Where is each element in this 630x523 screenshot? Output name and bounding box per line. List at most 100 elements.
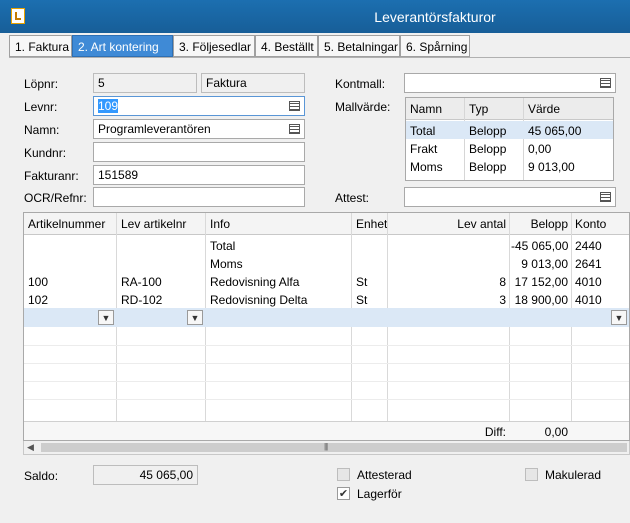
cell-info: Moms xyxy=(210,257,243,271)
mallvarde-cell-namn: Total xyxy=(410,124,436,138)
mallvarde-header-typ: Typ xyxy=(469,102,489,116)
lagerfor-label: Lagerför xyxy=(357,487,402,501)
mallvarde-row[interactable]: Frakt Belopp 0,00 xyxy=(406,139,613,157)
cell-konto: 2641 xyxy=(575,257,602,271)
levnr-label: Levnr: xyxy=(24,100,58,114)
namn-input[interactable]: Programleverantören xyxy=(93,119,305,139)
makulerad-checkbox[interactable] xyxy=(525,468,538,481)
kundnr-input[interactable] xyxy=(93,142,305,162)
list-icon xyxy=(599,78,611,88)
header-lev-artikelnr[interactable]: Lev artikelnr xyxy=(121,217,186,231)
tab-art-kontering[interactable]: 2. Art kontering xyxy=(72,35,173,57)
ocr-input[interactable] xyxy=(93,187,305,207)
kundnr-label: Kundnr: xyxy=(24,146,67,160)
tab-betalningar[interactable]: 5. Betalningar xyxy=(318,35,400,57)
diff-value: 0,00 xyxy=(544,425,568,439)
artikelnummer-dropdown-button[interactable]: ▼ xyxy=(98,310,114,325)
cell-belopp: 9 013,00 xyxy=(521,257,568,271)
cell-konto: 4010 xyxy=(575,293,602,307)
cell-artikelnummer: 102 xyxy=(28,293,49,307)
cell-info: Redovisning Alfa xyxy=(210,275,300,289)
grid-row-line xyxy=(24,399,629,400)
cell-info: Total xyxy=(210,239,236,253)
cell-enhet: St xyxy=(356,293,368,307)
attest-label: Attest: xyxy=(335,191,370,205)
mallvarde-row[interactable]: Moms Belopp 9 013,00 xyxy=(406,157,613,175)
tab-bestallt[interactable]: 4. Beställt xyxy=(255,35,318,57)
chevron-down-icon: ▼ xyxy=(101,312,111,323)
cell-lev-antal: 3 xyxy=(499,293,506,307)
list-icon xyxy=(288,101,300,111)
grid-header: Artikelnummer Lev artikelnr Info Enhet L… xyxy=(24,213,629,235)
header-enhet[interactable]: Enhet xyxy=(356,217,387,231)
mallvarde-cell-varde: 45 065,00 xyxy=(528,124,582,138)
mallvarde-header-namn: Namn xyxy=(410,102,443,116)
cell-artikelnummer: 100 xyxy=(28,275,49,289)
grid-row-line xyxy=(24,381,629,382)
title-bar: Leverantörsfakturor xyxy=(0,0,630,33)
kontmall-input[interactable] xyxy=(404,73,616,93)
chevron-down-icon: ▼ xyxy=(614,312,624,323)
attest-picker-button[interactable] xyxy=(596,189,614,205)
cell-lev-artikelnr: RA-100 xyxy=(121,275,162,289)
mallvarde-header: Namn Typ Värde xyxy=(406,98,613,120)
fakturanr-input[interactable]: 151589 xyxy=(93,165,305,185)
cell-belopp: 17 152,00 xyxy=(514,275,568,289)
kontering-grid: Artikelnummer Lev artikelnr Info Enhet L… xyxy=(23,212,630,441)
kontmall-label: Kontmall: xyxy=(335,77,386,91)
scrollbar-grip-icon: ||| xyxy=(324,442,328,451)
tab-sparning[interactable]: 6. Spårning xyxy=(400,35,470,57)
table-row[interactable]: 100 RA-100 Redovisning Alfa St 8 17 152,… xyxy=(24,272,629,290)
header-lev-antal[interactable]: Lev antal xyxy=(390,217,506,231)
header-artikelnummer[interactable]: Artikelnummer xyxy=(28,217,105,231)
diff-label: Diff: xyxy=(484,425,506,439)
attesterad-label: Attesterad xyxy=(357,468,412,482)
tab-divider xyxy=(9,57,630,58)
namn-picker-button[interactable] xyxy=(285,121,303,137)
scrollbar-thumb[interactable] xyxy=(41,443,627,452)
header-belopp[interactable]: Belopp xyxy=(511,217,568,231)
mallvarde-row[interactable]: Total Belopp 45 065,00 xyxy=(406,121,613,139)
lopnr-label: Löpnr: xyxy=(24,77,59,91)
tab-faktura[interactable]: 1. Faktura xyxy=(9,35,72,57)
check-icon: ✔ xyxy=(338,488,349,500)
cell-belopp: -45 065,00 xyxy=(511,239,569,253)
lev-artikelnr-dropdown-button[interactable]: ▼ xyxy=(187,310,203,325)
cell-konto: 2440 xyxy=(575,239,602,253)
header-konto[interactable]: Konto xyxy=(575,217,606,231)
fakturanr-label: Fakturanr: xyxy=(24,169,79,183)
header-info[interactable]: Info xyxy=(210,217,230,231)
mallvarde-cell-varde: 9 013,00 xyxy=(528,160,575,174)
table-row[interactable]: 102 RD-102 Redovisning Delta St 3 18 900… xyxy=(24,290,629,308)
scroll-left-icon[interactable]: ◀ xyxy=(27,442,34,453)
mallvarde-header-varde: Värde xyxy=(528,102,561,116)
mallvarde-cell-typ: Belopp xyxy=(469,142,507,156)
lagerfor-checkbox[interactable]: ✔ xyxy=(337,487,350,500)
grid-row-line xyxy=(24,345,629,346)
attest-input[interactable] xyxy=(404,187,616,207)
attesterad-checkbox[interactable] xyxy=(337,468,350,481)
mallvarde-grid: Namn Typ Värde Total Belopp 45 065,00 Fr… xyxy=(405,97,614,181)
window-title: Leverantörsfakturor xyxy=(374,9,496,25)
cell-lev-antal: 8 xyxy=(499,275,506,289)
levnr-picker-button[interactable] xyxy=(285,98,303,114)
levnr-value: 109 xyxy=(98,99,119,113)
kontmall-picker-button[interactable] xyxy=(596,75,614,91)
horizontal-scrollbar[interactable]: ◀ ||| xyxy=(23,441,630,455)
cell-konto: 4010 xyxy=(575,275,602,289)
cell-lev-artikelnr: RD-102 xyxy=(121,293,163,307)
doc-type-field: Faktura xyxy=(201,73,305,93)
tab-foljesedlar[interactable]: 3. Följesedlar xyxy=(173,35,255,57)
saldo-field: 45 065,00 xyxy=(93,465,198,485)
mallvarde-cell-typ: Belopp xyxy=(469,160,507,174)
mallvarde-label: Mallvärde: xyxy=(335,100,391,114)
konto-dropdown-button[interactable]: ▼ xyxy=(611,310,627,325)
levnr-input[interactable]: 109 xyxy=(93,96,305,116)
table-row[interactable]: Moms 9 013,00 2641 xyxy=(24,254,629,272)
table-row[interactable]: Total -45 065,00 2440 xyxy=(24,236,629,254)
list-icon xyxy=(599,192,611,202)
mallvarde-cell-varde: 0,00 xyxy=(528,142,552,156)
new-row[interactable]: ▼ ▼ ▼ xyxy=(24,308,629,327)
mallvarde-cell-namn: Moms xyxy=(410,160,443,174)
grid-row-line xyxy=(24,363,629,364)
